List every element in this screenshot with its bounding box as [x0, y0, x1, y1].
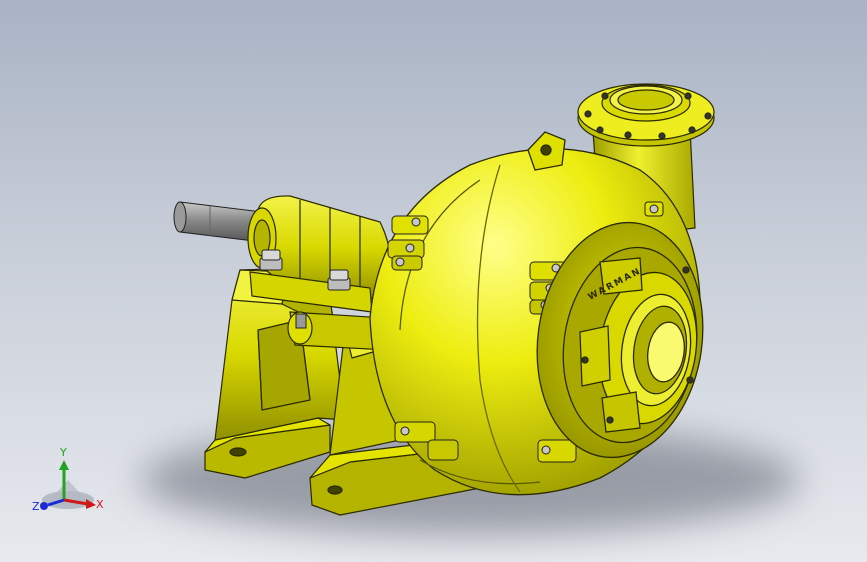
graphics-viewport[interactable]: WARMAN Y X Z: [0, 0, 867, 562]
x-axis-label: X: [96, 498, 104, 511]
y-axis-arrow: [59, 460, 69, 470]
y-axis-label: Y: [59, 446, 67, 459]
z-axis-arrow: [40, 502, 48, 510]
z-axis-label: Z: [32, 500, 40, 513]
coordinate-triad: Y X Z: [32, 446, 104, 513]
